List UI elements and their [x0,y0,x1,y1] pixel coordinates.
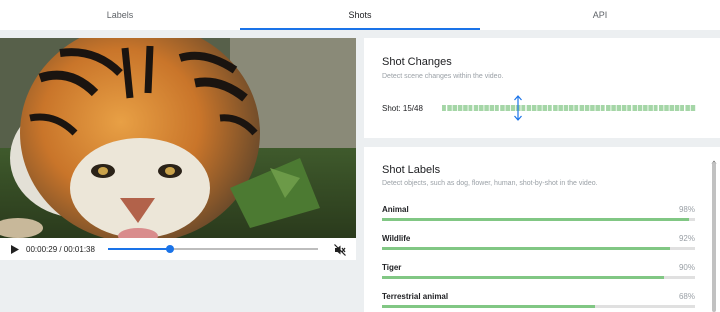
tab-shots[interactable]: Shots [240,0,480,30]
shot-labels-subtitle: Detect objects, such as dog, flower, hum… [382,180,598,187]
shot-segment[interactable] [442,105,446,111]
shot-counter: Shot: 15/48 [382,104,423,113]
seek-bar[interactable] [108,245,318,253]
shot-segment[interactable] [637,105,643,111]
shot-segment[interactable] [664,105,669,111]
label-percent: 98% [678,205,695,214]
tab-api[interactable]: API [480,0,720,30]
player-controls: 00:00:29 / 00:01:38 [0,238,356,260]
shot-segment[interactable] [680,105,685,111]
shot-segment[interactable] [658,105,664,111]
label-row: Wildlife 92% [382,234,695,252]
confidence-bar [382,305,695,308]
tab-labels[interactable]: Labels [0,0,240,30]
tab-bar: Labels Shots API [0,0,720,30]
shot-segment[interactable] [463,105,468,111]
shot-segment[interactable] [690,105,696,111]
shot-segment[interactable] [648,105,653,111]
shot-labels-card: Shot Labels Detect objects, such as dog,… [364,147,720,312]
shot-segment[interactable] [579,105,585,111]
confidence-bar-fill [382,305,595,308]
video-frame[interactable] [0,38,356,238]
confidence-bar-fill [382,218,689,221]
confidence-bar-fill [382,276,664,279]
confidence-bar-fill [382,247,670,250]
confidence-bar [382,276,695,279]
label-percent: 90% [678,263,695,272]
label-name: Animal [382,205,409,214]
shot-segment[interactable] [526,105,532,111]
shot-segment[interactable] [531,105,537,111]
confidence-bar [382,247,695,250]
shot-segment[interactable] [547,105,552,111]
shot-segment[interactable] [473,105,479,111]
label-row: Terrestrial animal 68% [382,292,695,310]
shot-segment[interactable] [674,105,680,111]
shot-segment[interactable] [494,105,499,111]
shot-changes-title: Shot Changes [382,56,452,68]
shot-segment[interactable] [653,105,658,111]
label-row: Tiger 90% [382,263,695,281]
shot-segment[interactable] [584,105,590,111]
label-percent: 68% [678,292,695,301]
video-player [0,38,356,260]
shot-segment[interactable] [595,105,600,111]
shot-segment[interactable] [569,105,574,111]
scroll-up-arrow-icon[interactable] [711,152,717,164]
shot-segment[interactable] [457,105,463,111]
shot-segment[interactable] [542,105,548,111]
shot-segment[interactable] [447,105,452,111]
shot-segment[interactable] [611,105,616,111]
shot-segment[interactable] [484,105,489,111]
shot-segment[interactable] [505,105,510,111]
shot-segment[interactable] [563,105,569,111]
scroll-thumb[interactable] [712,162,716,312]
shot-segment[interactable] [452,105,458,111]
volume-off-icon[interactable] [334,243,346,256]
seek-handle[interactable] [166,245,175,253]
shot-segment[interactable] [468,105,473,111]
shot-position-marker[interactable] [513,95,523,121]
shot-segment[interactable] [479,105,484,111]
shot-segment[interactable] [500,105,505,111]
shot-segment[interactable] [600,105,605,111]
seek-bar-fill [108,248,171,250]
label-name: Wildlife [382,234,411,243]
shot-changes-card: Shot Changes Detect scene changes within… [364,38,720,138]
shot-segment[interactable] [558,105,563,111]
playback-time: 00:00:29 / 00:01:38 [26,244,95,254]
label-row: Animal 98% [382,205,695,223]
label-name: Terrestrial animal [382,292,449,301]
shot-segment[interactable] [627,105,632,111]
shot-segment[interactable] [537,105,542,111]
shot-changes-subtitle: Detect scene changes within the video. [382,73,504,80]
shot-labels-title: Shot Labels [382,164,441,176]
shot-segment[interactable] [574,105,579,111]
label-name: Tiger [382,263,402,272]
shot-timeline[interactable] [442,105,696,111]
play-icon[interactable] [10,244,20,254]
shot-segment[interactable] [606,105,611,111]
shot-segment[interactable] [621,105,627,111]
shot-segment[interactable] [643,105,648,111]
shot-segment[interactable] [590,105,595,111]
tiger-video-frame [0,38,356,238]
shot-segment[interactable] [632,105,637,111]
scrollbar[interactable] [711,152,717,312]
shot-segment[interactable] [553,105,558,111]
confidence-bar [382,218,695,221]
shot-segment[interactable] [616,105,622,111]
shot-segment[interactable] [489,105,495,111]
label-percent: 92% [678,234,695,243]
shot-segment[interactable] [669,105,675,111]
shot-segment[interactable] [685,105,690,111]
